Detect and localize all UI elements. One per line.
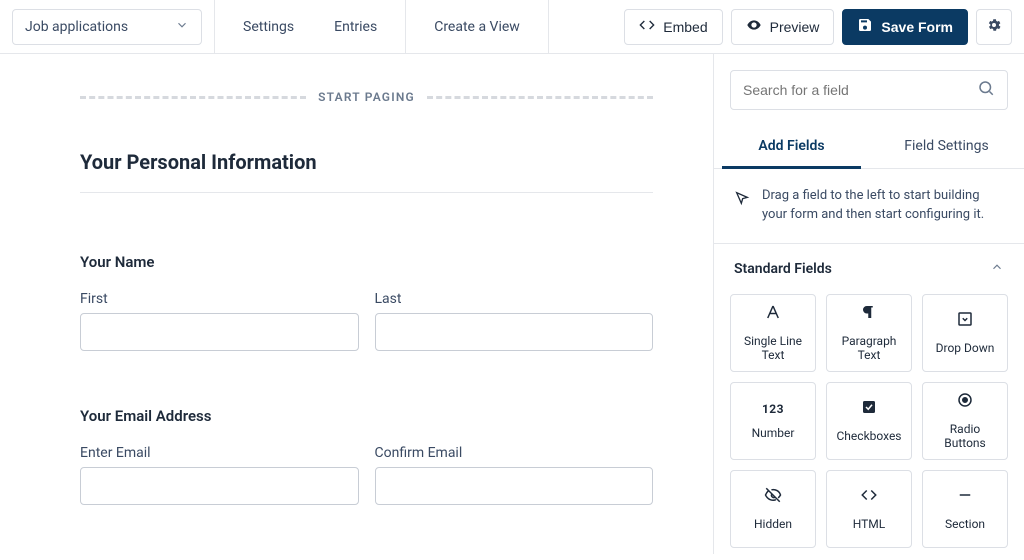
save-icon	[857, 17, 873, 36]
html-icon	[860, 486, 878, 507]
cursor-icon	[734, 190, 750, 225]
nav-settings[interactable]: Settings	[227, 11, 310, 43]
topbar: Job applications Settings Entries Create…	[0, 0, 1024, 54]
first-name-input[interactable]	[80, 313, 359, 351]
section-icon	[956, 486, 974, 507]
field-label: Single Line Text	[737, 334, 809, 362]
divider	[214, 0, 215, 54]
preview-button-label: Preview	[770, 19, 820, 35]
chevron-down-icon	[175, 18, 189, 36]
search-icon	[977, 79, 995, 101]
field-section[interactable]: Section	[922, 470, 1008, 548]
field-search-input[interactable]	[743, 82, 977, 98]
text-icon	[764, 303, 782, 324]
sidebar-tabs: Add Fields Field Settings	[714, 126, 1024, 169]
field-radio-buttons[interactable]: Radio Buttons	[922, 382, 1008, 460]
paging-label: START PAGING	[318, 90, 415, 104]
group-title: Standard Fields	[734, 261, 832, 277]
number-icon: 123	[762, 402, 784, 416]
embed-button-label: Embed	[663, 19, 707, 35]
tab-field-settings[interactable]: Field Settings	[869, 126, 1024, 168]
field-html[interactable]: HTML	[826, 470, 912, 548]
save-button[interactable]: Save Form	[842, 9, 968, 45]
email-row: Enter Email Confirm Email	[80, 445, 653, 505]
field-label: Number	[752, 426, 795, 440]
first-name-label: First	[80, 291, 359, 307]
preview-button[interactable]: Preview	[731, 9, 835, 45]
confirm-email-input[interactable]	[375, 467, 654, 505]
dash-left	[80, 96, 306, 99]
section-divider	[80, 192, 653, 193]
field-hidden[interactable]: Hidden	[730, 470, 816, 548]
embed-button[interactable]: Embed	[624, 9, 722, 45]
sidebar: Add Fields Field Settings Drag a field t…	[714, 54, 1024, 554]
form-selector-label: Job applications	[25, 19, 128, 35]
main: START PAGING Your Personal Information Y…	[0, 54, 1024, 554]
field-name-title[interactable]: Your Name	[80, 253, 653, 271]
code-icon	[639, 17, 655, 36]
name-row: First Last	[80, 291, 653, 351]
radio-icon	[956, 391, 974, 412]
form-selector[interactable]: Job applications	[12, 9, 202, 45]
form-canvas: START PAGING Your Personal Information Y…	[0, 54, 714, 554]
gear-icon	[986, 17, 1002, 37]
field-paragraph-text[interactable]: Paragraph Text	[826, 294, 912, 372]
hidden-icon	[764, 486, 782, 507]
field-checkboxes[interactable]: Checkboxes	[826, 382, 912, 460]
field-label: Radio Buttons	[929, 422, 1001, 450]
checkbox-icon	[860, 398, 878, 419]
nav-entries[interactable]: Entries	[318, 11, 393, 43]
field-label: Section	[945, 517, 985, 531]
divider	[405, 0, 406, 54]
group-standard-fields[interactable]: Standard Fields	[714, 244, 1024, 294]
field-number[interactable]: 123 Number	[730, 382, 816, 460]
form-settings-button[interactable]	[976, 9, 1012, 45]
field-search[interactable]	[730, 70, 1008, 110]
divider	[548, 0, 549, 54]
field-label: Drop Down	[936, 341, 995, 355]
section-heading[interactable]: Your Personal Information	[80, 150, 653, 174]
field-label: HTML	[853, 517, 886, 531]
nav-create-view[interactable]: Create a View	[418, 11, 536, 43]
last-name-input[interactable]	[375, 313, 654, 351]
drag-hint: Drag a field to the left to start buildi…	[714, 169, 1024, 244]
confirm-email-label: Confirm Email	[375, 445, 654, 461]
last-name-label: Last	[375, 291, 654, 307]
field-single-line-text[interactable]: Single Line Text	[730, 294, 816, 372]
field-grid: Single Line Text Paragraph Text Drop Dow…	[714, 294, 1024, 560]
field-email-title[interactable]: Your Email Address	[80, 407, 653, 425]
paging-divider[interactable]: START PAGING	[80, 90, 653, 104]
eye-icon	[746, 17, 762, 36]
enter-email-input[interactable]	[80, 467, 359, 505]
save-button-label: Save Form	[881, 19, 953, 35]
field-label: Paragraph Text	[833, 334, 905, 362]
drag-hint-text: Drag a field to the left to start buildi…	[762, 187, 1004, 225]
field-label: Checkboxes	[837, 429, 902, 443]
paragraph-icon	[860, 303, 878, 324]
chevron-up-icon	[990, 260, 1004, 278]
field-label: Hidden	[754, 517, 792, 531]
enter-email-label: Enter Email	[80, 445, 359, 461]
dash-right	[427, 96, 653, 99]
field-drop-down[interactable]: Drop Down	[922, 294, 1008, 372]
tab-add-fields[interactable]: Add Fields	[714, 126, 869, 168]
dropdown-icon	[956, 310, 974, 331]
